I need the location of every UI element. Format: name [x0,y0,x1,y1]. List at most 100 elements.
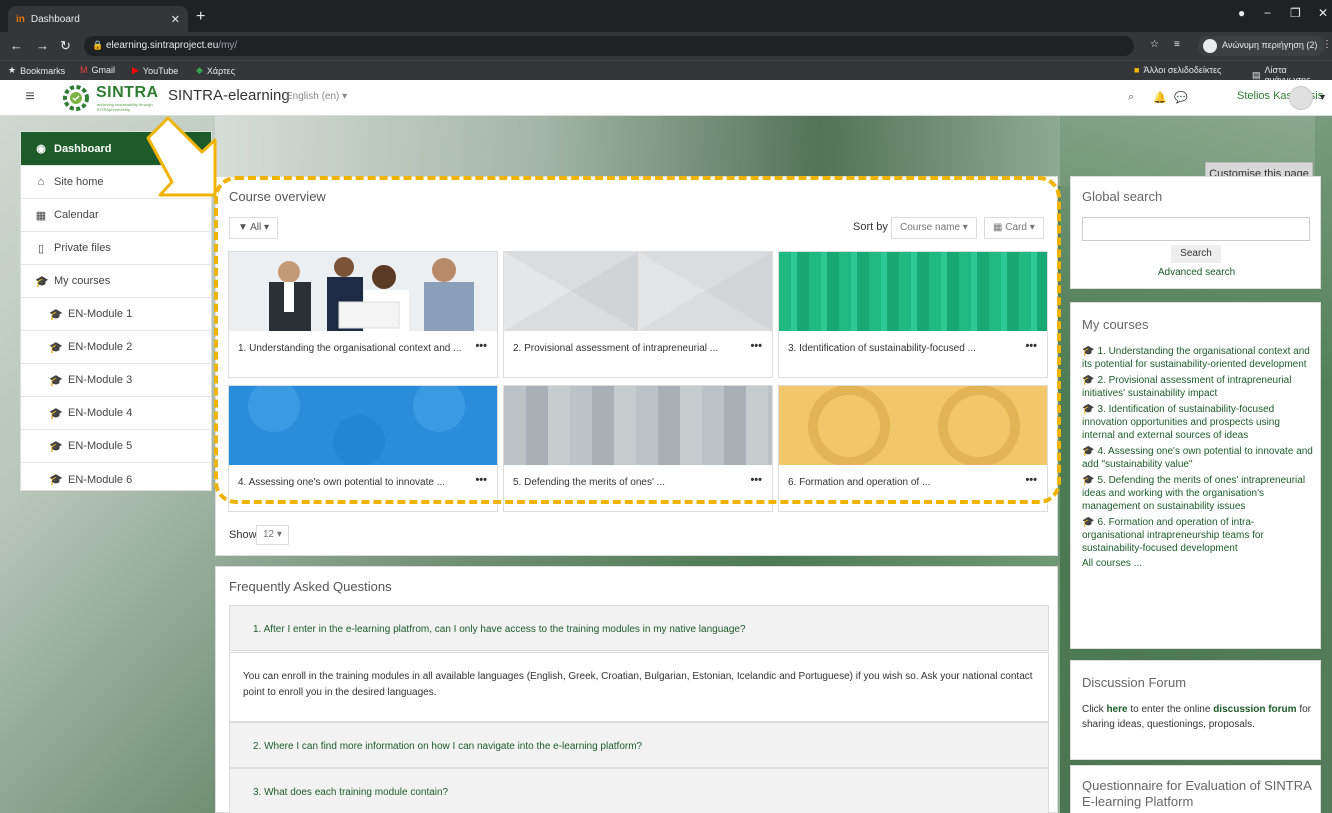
tab-title: Dashboard [30,13,80,25]
nav-item-module-6[interactable]: 🎓 EN-Module 6 [21,463,211,496]
global-search-block: Global search Search Advanced search [1070,176,1321,289]
course-card[interactable]: 1. Understanding the organisational cont… [228,251,498,378]
page-size-dropdown[interactable]: 12 ▾ [256,525,289,545]
course-card[interactable]: 5. Defending the merits of ones' ... ••• [503,385,773,512]
course-card[interactable]: 4. Assessing one's own potential to inno… [228,385,498,512]
advanced-search-link[interactable]: Advanced search [1071,267,1322,278]
graduation-cap-icon: 🎓 [49,308,63,321]
nav-item-module-1[interactable]: 🎓 EN-Module 1 [21,298,211,331]
nav-item-module-3[interactable]: 🎓 EN-Module 3 [21,364,211,397]
course-link[interactable]: 🎓 3. Identification of sustainability-foc… [1082,403,1314,442]
profile-icon[interactable]: ● [1238,6,1245,20]
more-options-icon[interactable]: ••• [1025,474,1037,486]
faq-question[interactable]: 2. Where I can find more information on … [229,722,1049,768]
hamburger-menu-icon[interactable]: ≡ [18,89,42,107]
avatar[interactable] [1289,86,1313,110]
course-image-pattern[interactable] [229,386,497,465]
course-image-people[interactable] [229,252,497,331]
sintra-logo-icon[interactable] [62,84,92,112]
chevron-down-icon[interactable]: ▼ [1318,92,1327,102]
site-header: ≡ SINTRA achieving sustainability throug… [0,80,1332,116]
browser-tab[interactable]: in Dashboard ✕ [8,6,188,32]
url-field[interactable]: 🔒 elearning.sintraproject.eu/my/ [84,36,1134,56]
bookmark-maps[interactable]: ◆ Χάρτες [196,65,235,76]
nav-item-module-4[interactable]: 🎓 EN-Module 4 [21,397,211,430]
incognito-profile[interactable]: Ανώνυμη περιήγηση (2) [1198,36,1326,56]
course-link[interactable]: 🎓 1. Understanding the organisational con… [1082,345,1314,371]
course-title[interactable]: 4. Assessing one's own potential to inno… [238,475,468,491]
nav-item-calendar[interactable]: ▦ Calendar [21,199,211,232]
more-options-icon[interactable]: ••• [475,474,487,486]
nav-item-module-2[interactable]: 🎓 EN-Module 2 [21,331,211,364]
star-icon[interactable]: ☆ [1150,39,1159,50]
course-title[interactable]: 5. Defending the merits of ones' ... [513,475,743,491]
course-title[interactable]: 1. Understanding the organisational cont… [238,341,468,357]
my-courses-title: My courses [1082,317,1149,332]
view-dropdown[interactable]: ▦ Card ▾ [984,217,1044,239]
discussion-forum-link[interactable]: discussion forum [1213,704,1296,715]
graduation-cap-icon: 🎓 [1082,346,1095,357]
sort-dropdown[interactable]: Course name ▾ [891,217,977,239]
more-options-icon[interactable]: ••• [1025,340,1037,352]
course-card[interactable]: 6. Formation and operation of ... ••• [778,385,1048,512]
back-icon[interactable]: ← [10,39,23,53]
close-tab-icon[interactable]: ✕ [171,13,180,26]
home-icon: ⌂ [37,176,45,188]
site-name[interactable]: SINTRA-elearning [168,87,290,104]
nav-item-module-5[interactable]: 🎓 EN-Module 5 [21,430,211,463]
bookmark-youtube[interactable]: ▶ YouTube [132,65,178,76]
course-image-pattern[interactable] [504,252,772,331]
more-menu-icon[interactable]: ⋮ [1322,39,1332,50]
nav-item-private-files[interactable]: ▯ Private files [21,232,211,265]
course-link[interactable]: 🎓 2. Provisional assessment of intraprene… [1082,374,1314,400]
nav-item-dashboard[interactable]: ◉ Dashboard [21,132,211,166]
graduation-cap-icon: 🎓 [49,440,63,453]
course-link[interactable]: 🎓 5. Defending the merits of ones' intrap… [1082,474,1314,513]
course-image-pattern[interactable] [504,386,772,465]
here-link[interactable]: here [1106,704,1127,715]
course-card[interactable]: 2. Provisional assessment of intrapreneu… [503,251,773,378]
folder-icon: ■ [1134,65,1140,75]
faq-question[interactable]: 1. After I enter in the e-learning platf… [229,605,1049,651]
url-path: /my/ [218,40,238,51]
more-options-icon[interactable]: ••• [750,474,762,486]
sort-by-label: Sort by [853,221,888,233]
restore-icon[interactable]: ❐ [1290,6,1301,20]
course-overview-block: Course overview ▼ All ▾ Sort by Course n… [215,176,1058,556]
bookmark-bookmarks[interactable]: ★ Bookmarks [8,65,65,76]
bookmark-other[interactable]: ■ Άλλοι σελιδοδείκτες [1134,65,1221,75]
minimize-icon[interactable]: − [1264,6,1271,20]
course-image-pattern[interactable] [779,386,1047,465]
language-menu[interactable]: English (en) ▾ [286,91,347,102]
address-bar: ← → ↻ 🔒 elearning.sintraproject.eu/my/ ☆… [0,32,1332,60]
nav-item-my-courses[interactable]: 🎓 My courses [21,265,211,298]
close-window-icon[interactable]: ✕ [1318,6,1328,20]
reading-list-icon[interactable]: ≡ [1174,39,1180,50]
new-tab-icon[interactable]: + [196,8,205,26]
bell-icon[interactable]: 🔔 [1153,91,1167,104]
nav-item-site-home[interactable]: ⌂ Site home [21,166,211,199]
course-title[interactable]: 3. Identification of sustainability-focu… [788,341,1018,357]
course-card[interactable]: 3. Identification of sustainability-focu… [778,251,1048,378]
course-link[interactable]: 🎓 4. Assessing one's own potential to inn… [1082,445,1314,471]
course-title[interactable]: 6. Formation and operation of ... [788,475,1018,491]
search-button[interactable]: Search [1171,245,1221,263]
all-courses-link[interactable]: All courses ... [1082,558,1314,569]
more-options-icon[interactable]: ••• [475,340,487,352]
questionnaire-title: Questionnaire for Evaluation of SINTRA E… [1082,778,1312,809]
reload-icon[interactable]: ↻ [60,39,71,53]
my-courses-block: My courses 🎓 1. Understanding the organis… [1070,302,1321,649]
course-link[interactable]: 🎓 6. Formation and operation of intra-org… [1082,516,1314,555]
course-image-pattern[interactable] [779,252,1047,331]
faq-block: Frequently Asked Questions 1. After I en… [215,566,1058,813]
filter-dropdown[interactable]: ▼ All ▾ [229,217,279,239]
faq-question[interactable]: 3. What does each training module contai… [229,768,1049,813]
more-options-icon[interactable]: ••• [750,340,762,352]
discussion-forum-text: Click here to enter the online discussio… [1082,704,1312,730]
search-input[interactable] [1082,217,1310,241]
chat-icon[interactable]: 💬 [1174,91,1188,104]
bookmark-gmail[interactable]: M Gmail [80,65,115,75]
search-icon[interactable]: ⌕ [1128,91,1134,104]
course-title[interactable]: 2. Provisional assessment of intrapreneu… [513,341,743,357]
forward-icon[interactable]: → [36,39,49,53]
